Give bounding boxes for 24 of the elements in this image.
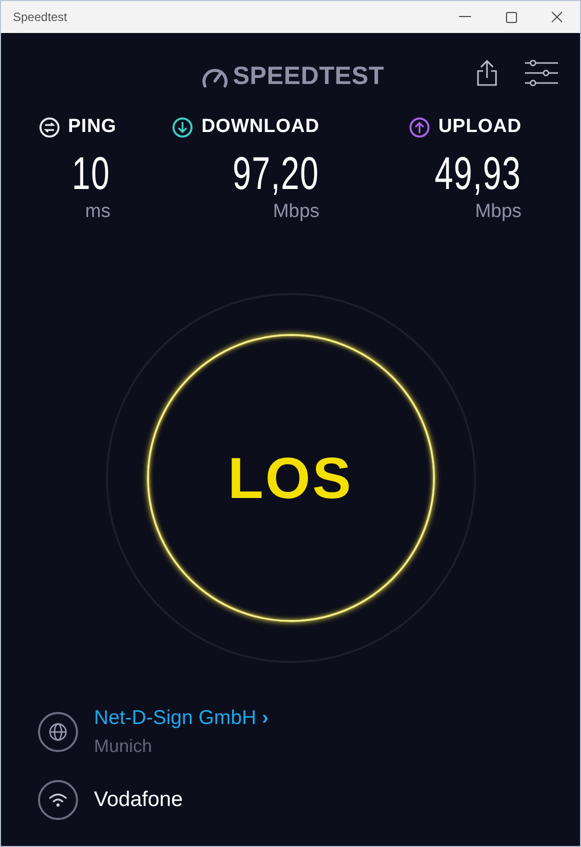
metric-value: 10 bbox=[72, 150, 110, 196]
server-location: Munich bbox=[94, 735, 154, 758]
metric-value: 97,20 bbox=[232, 150, 320, 196]
wifi-icon bbox=[38, 780, 78, 820]
metric-label: DOWNLOAD bbox=[201, 115, 320, 139]
start-button[interactable]: LOS bbox=[146, 334, 434, 622]
settings-icon bbox=[524, 60, 558, 86]
metric-unit: ms bbox=[85, 200, 110, 224]
speedtest-logo: SPEEDTEST bbox=[232, 61, 384, 92]
metric-label: PING bbox=[68, 115, 116, 139]
server-link[interactable]: Net-D-Sign GmbH › bbox=[94, 703, 268, 733]
provider-name: Vodafone bbox=[94, 787, 183, 814]
share-button[interactable] bbox=[476, 59, 498, 87]
window-title: Speedtest bbox=[13, 9, 68, 26]
share-icon bbox=[476, 59, 498, 87]
metric-unit: Mbps bbox=[475, 200, 522, 224]
metric-value: 49,93 bbox=[435, 150, 522, 196]
metric-unit: Mbps bbox=[272, 200, 320, 224]
maximize-icon bbox=[506, 12, 516, 22]
metric-label: UPLOAD bbox=[438, 115, 522, 139]
minimize-icon bbox=[459, 16, 471, 18]
close-icon bbox=[551, 11, 563, 23]
globe-icon bbox=[38, 712, 78, 752]
settings-button[interactable] bbox=[524, 60, 558, 86]
